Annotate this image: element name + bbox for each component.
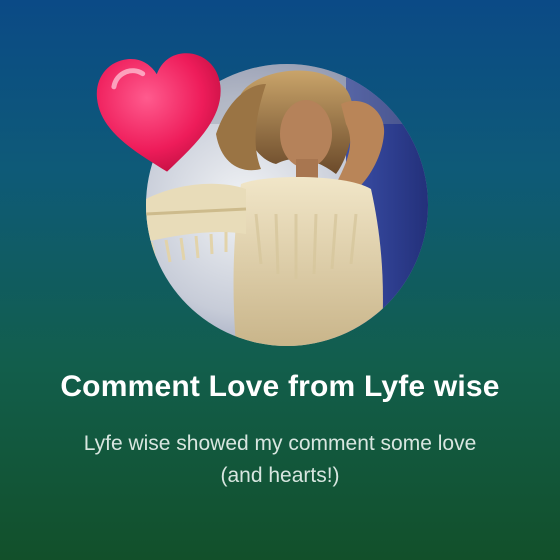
comment-love-card: Comment Love from Lyfe wise Lyfe wise sh… [0,0,560,560]
heart-icon [96,53,221,172]
notification-title: Comment Love from Lyfe wise [60,370,500,403]
notification-subtitle: Lyfe wise showed my comment some love (a… [83,432,477,487]
